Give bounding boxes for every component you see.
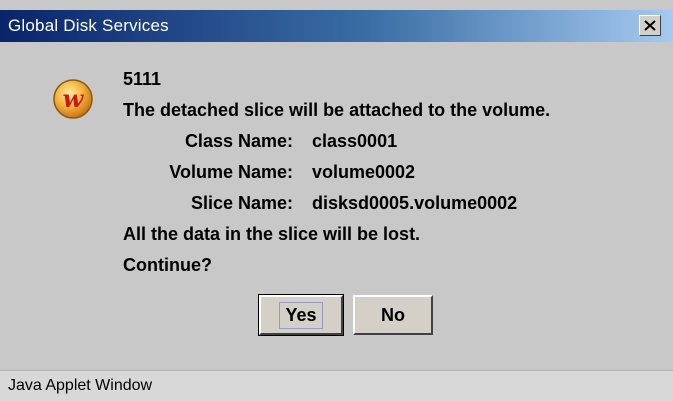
message-text: The detached slice will be attached to t… (123, 100, 551, 120)
detail-value: volume0002 (312, 162, 416, 182)
title-bar[interactable]: Global Disk Services (0, 10, 673, 42)
dialog-content: w 5111 The detached slice will be attach… (0, 42, 673, 370)
yes-button-label: Yes (279, 301, 323, 329)
detail-label: Volume Name: (169, 162, 293, 182)
dialog-window: Global Disk Services w 5111 The detached… (0, 0, 673, 401)
detail-label: Class Name: (184, 131, 293, 151)
detail-value: disksd0005.volume0002 (312, 193, 518, 213)
detail-value: class0001 (312, 131, 398, 151)
no-button[interactable]: No (353, 295, 433, 335)
warning-text: All the data in the slice will be lost. (123, 224, 421, 244)
question-text: Continue? (123, 255, 212, 275)
svg-text:w: w (63, 84, 85, 113)
no-button-label: No (381, 304, 405, 325)
yes-button[interactable]: Yes (258, 294, 344, 336)
close-icon (644, 20, 656, 31)
message-block: 5111 The detached slice will be attached… (123, 64, 550, 281)
detail-label: Slice Name: (190, 193, 293, 213)
status-text: Java Applet Window (8, 377, 153, 394)
window-title: Global Disk Services (8, 16, 169, 35)
close-button[interactable] (639, 15, 661, 36)
message-code: 5111 (123, 69, 162, 89)
gds-logo-icon: w (52, 78, 94, 120)
detail-row-class: Class Name: class0001 (123, 126, 550, 157)
detail-row-slice: Slice Name: disksd0005.volume0002 (123, 188, 550, 219)
status-bar: Java Applet Window (0, 370, 673, 401)
detail-row-volume: Volume Name: volume0002 (123, 157, 550, 188)
